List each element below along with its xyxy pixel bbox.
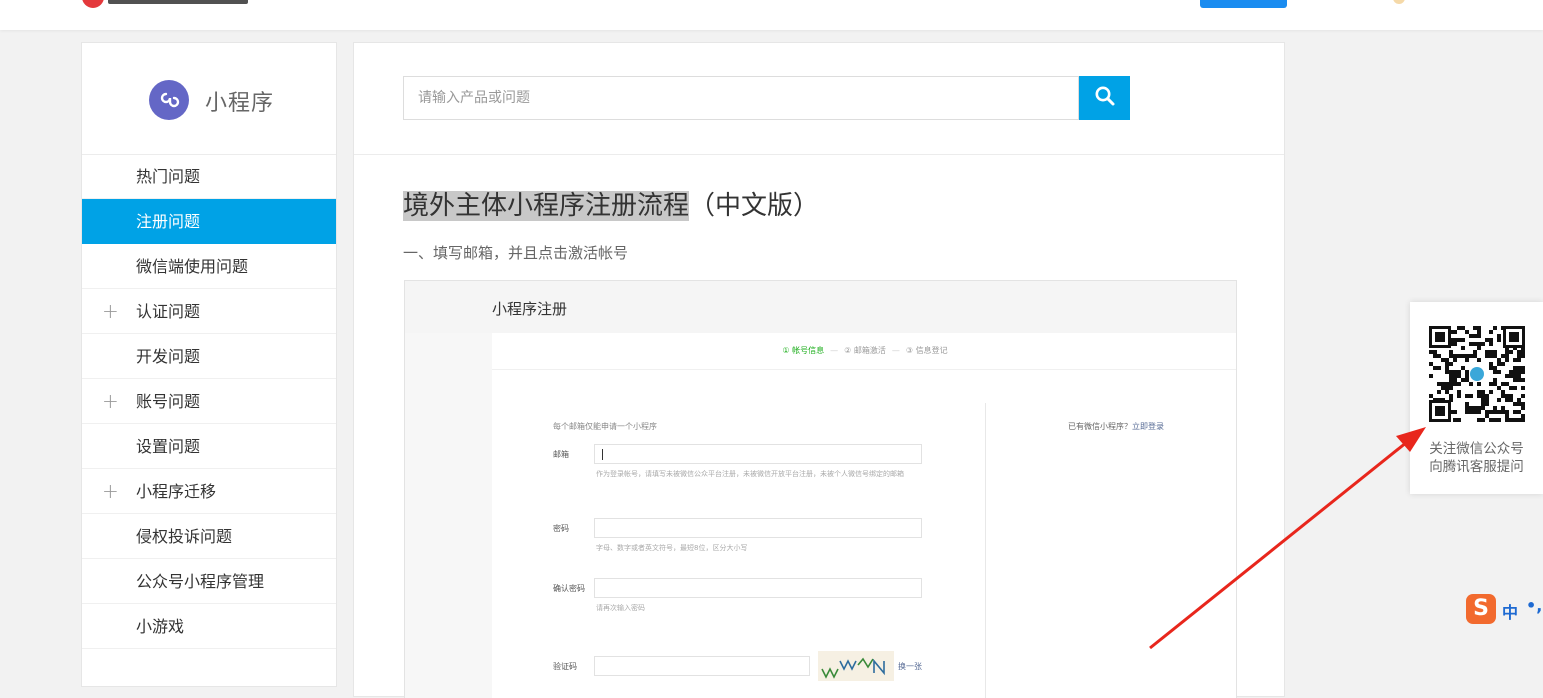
ime-mode[interactable]: 中 bbox=[1502, 599, 1518, 623]
screenshot-title: 小程序注册 bbox=[492, 300, 568, 318]
step-separator: — bbox=[891, 346, 900, 355]
form-divider bbox=[985, 403, 986, 698]
top-header bbox=[0, 0, 1543, 30]
sidebar: 小程序 热门问题注册问题微信端使用问题 + 认证问题开发问题 + 账号问题设置问题 + 小程… bbox=[81, 42, 337, 687]
login-tip: 已有微信小程序？立即登录 bbox=[1068, 421, 1164, 432]
sidebar-item-label: 微信端使用问题 bbox=[136, 257, 249, 276]
sidebar-item[interactable]: + 账号问题 bbox=[82, 379, 336, 424]
password-hint: 字母、数字或者英文符号，最短8位，区分大小写 bbox=[596, 544, 748, 552]
expand-icon[interactable]: + bbox=[102, 289, 119, 334]
confirm-password-hint: 请再次输入密码 bbox=[596, 604, 645, 612]
sidebar-menu: 热门问题注册问题微信端使用问题 + 认证问题开发问题 + 账号问题设置问题 + 小程序迁移侵… bbox=[82, 154, 336, 649]
sidebar-item[interactable]: 公众号小程序管理 bbox=[82, 559, 336, 604]
step-account-info: ① 帐号信息 bbox=[782, 346, 825, 355]
ime-punctuation[interactable]: •, bbox=[1526, 596, 1542, 615]
sidebar-item-label: 注册问题 bbox=[136, 212, 201, 231]
form-tip: 每个邮箱仅能申请一个小程序 bbox=[553, 422, 657, 431]
qr-caption-line-1: 关注微信公众号 bbox=[1429, 441, 1524, 457]
captcha-image bbox=[818, 651, 894, 681]
sidebar-item[interactable]: 开发问题 bbox=[82, 334, 336, 379]
search-icon bbox=[1094, 85, 1116, 111]
password-field bbox=[594, 518, 922, 538]
sidebar-item[interactable]: 设置问题 bbox=[82, 424, 336, 469]
sidebar-item[interactable]: 注册问题 bbox=[82, 199, 336, 244]
text-cursor bbox=[602, 449, 603, 460]
step-info-register: ③ 信息登记 bbox=[905, 346, 948, 355]
mini-program-logo-icon bbox=[149, 80, 189, 120]
login-link: 立即登录 bbox=[1132, 422, 1164, 431]
sidebar-item-label: 开发问题 bbox=[136, 347, 201, 366]
search-button[interactable] bbox=[1079, 76, 1130, 120]
captcha-field bbox=[594, 656, 810, 676]
sidebar-item-label: 小游戏 bbox=[136, 617, 185, 636]
qr-code-icon bbox=[1429, 326, 1525, 422]
email-hint: 作为登录帐号，请填写未被微信公众平台注册，未被微信开放平台注册，未被个人微信号绑… bbox=[596, 470, 904, 478]
sidebar-item[interactable]: + 认证问题 bbox=[82, 289, 336, 334]
sogou-logo-icon: S bbox=[1466, 594, 1496, 624]
qr-caption: 关注微信公众号 向腾讯客服提问 bbox=[1410, 440, 1543, 476]
article-title-highlight: 境外主体小程序注册流程 bbox=[403, 191, 690, 221]
login-tip-text: 已有微信小程序？ bbox=[1068, 422, 1132, 431]
sidebar-item[interactable]: 小游戏 bbox=[82, 604, 336, 649]
expand-icon[interactable]: + bbox=[102, 469, 119, 514]
password-label: 密码 bbox=[553, 524, 569, 533]
ime-toolbar[interactable]: S 中 •, bbox=[1466, 594, 1543, 626]
qr-caption-line-2: 向腾讯客服提问 bbox=[1429, 459, 1524, 475]
screenshot-header: 小程序注册 bbox=[405, 281, 1236, 333]
sidebar-item[interactable]: 侵权投诉问题 bbox=[82, 514, 336, 559]
site-logo-icon[interactable] bbox=[82, 0, 104, 8]
step-email-activate: ② 邮箱激活 bbox=[844, 346, 886, 355]
sidebar-item[interactable]: 热门问题 bbox=[82, 154, 336, 199]
sidebar-item[interactable]: 微信端使用问题 bbox=[82, 244, 336, 289]
confirm-password-field bbox=[594, 578, 922, 598]
search-input[interactable] bbox=[403, 76, 1079, 120]
header-action-button[interactable] bbox=[1200, 0, 1287, 8]
article-title: 境外主体小程序注册流程（中文版） bbox=[403, 183, 819, 229]
sidebar-item-label: 小程序迁移 bbox=[136, 482, 217, 501]
site-logo-text[interactable] bbox=[108, 0, 248, 4]
sidebar-item-label: 账号问题 bbox=[136, 392, 201, 411]
step-separator: — bbox=[830, 346, 839, 355]
registration-steps: ① 帐号信息 — ② 邮箱激活 — ③ 信息登记 bbox=[492, 333, 1236, 370]
captcha-label: 验证码 bbox=[553, 662, 577, 671]
expand-icon[interactable]: + bbox=[102, 379, 119, 424]
registration-screenshot: 小程序注册 ① 帐号信息 — ② 邮箱激活 — ③ 信息登记 每个邮箱仅能申请一个小程序… bbox=[404, 280, 1237, 698]
captcha-refresh-link: 换一张 bbox=[898, 662, 922, 671]
article-step-1: 一、填写邮箱，并且点击激活帐号 bbox=[403, 244, 629, 262]
confirm-password-label: 确认密码 bbox=[553, 584, 585, 593]
sidebar-item-label: 设置问题 bbox=[136, 437, 201, 456]
sidebar-brand: 小程序 bbox=[82, 43, 336, 155]
email-label: 邮箱 bbox=[553, 450, 569, 459]
email-field bbox=[594, 444, 922, 464]
screenshot-form-panel: ① 帐号信息 — ② 邮箱激活 — ③ 信息登记 每个邮箱仅能申请一个小程序 已有微信小… bbox=[492, 333, 1236, 698]
search-bar bbox=[354, 43, 1284, 155]
sidebar-item-label: 侵权投诉问题 bbox=[136, 527, 233, 546]
sidebar-item-label: 公众号小程序管理 bbox=[136, 572, 265, 591]
sidebar-item-label: 认证问题 bbox=[136, 302, 201, 321]
wechat-qr-card[interactable]: 关注微信公众号 向腾讯客服提问 bbox=[1410, 302, 1543, 494]
sidebar-item[interactable]: + 小程序迁移 bbox=[82, 469, 336, 514]
article-title-suffix: （中文版） bbox=[689, 191, 820, 221]
main-content: 境外主体小程序注册流程（中文版） 一、填写邮箱，并且点击激活帐号 小程序注册 ①… bbox=[353, 42, 1285, 698]
sidebar-item-label: 热门问题 bbox=[136, 167, 201, 186]
brand-name: 小程序 bbox=[205, 91, 275, 116]
user-avatar[interactable] bbox=[1393, 0, 1405, 4]
